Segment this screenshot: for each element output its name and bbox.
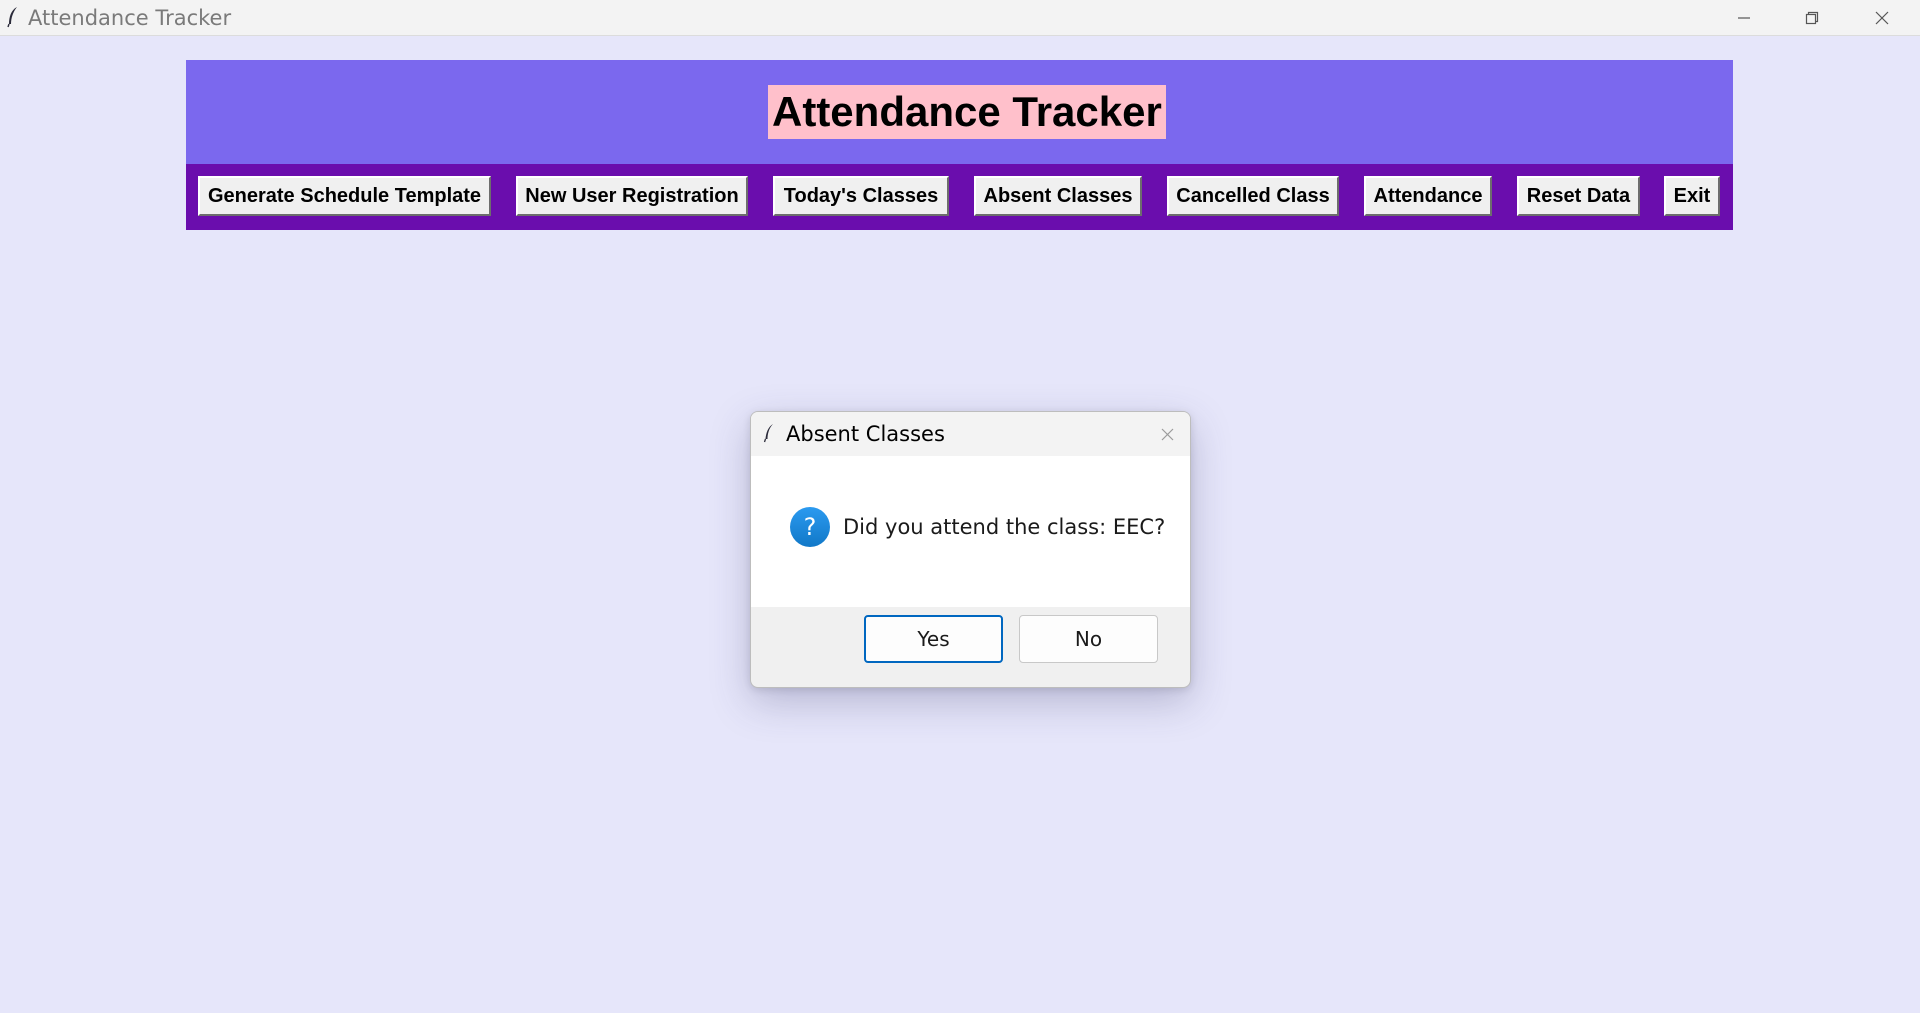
no-button[interactable]: No: [1019, 615, 1158, 663]
dialog-body: ? Did you attend the class: EEC?: [751, 456, 1190, 607]
window-title: Attendance Tracker: [28, 6, 232, 30]
svg-text:?: ?: [804, 513, 817, 541]
question-icon: ?: [790, 507, 830, 547]
close-icon: [1161, 428, 1173, 440]
restore-icon: [1805, 11, 1819, 25]
minimize-button[interactable]: [1714, 0, 1774, 36]
dialog-title: Absent Classes: [786, 422, 945, 446]
feather-icon: [7, 7, 17, 28]
exit-button[interactable]: Exit: [1664, 176, 1720, 216]
window-titlebar: Attendance Tracker: [0, 0, 1920, 36]
cancelled-class-button[interactable]: Cancelled Class: [1167, 176, 1339, 216]
dialog-message: Did you attend the class: EEC?: [843, 515, 1166, 539]
restore-button[interactable]: [1782, 0, 1842, 36]
feather-icon: [763, 424, 773, 443]
window-close-button[interactable]: [1852, 0, 1912, 36]
close-icon: [1875, 11, 1889, 25]
reset-data-button[interactable]: Reset Data: [1517, 176, 1640, 216]
yes-button[interactable]: Yes: [864, 615, 1003, 663]
new-user-registration-button[interactable]: New User Registration: [516, 176, 748, 216]
dialog-close-button[interactable]: [1155, 422, 1179, 446]
minimize-icon: [1738, 17, 1750, 19]
app-heading: Attendance Tracker: [768, 85, 1166, 139]
todays-classes-button[interactable]: Today's Classes: [773, 176, 949, 216]
generate-schedule-template-button[interactable]: Generate Schedule Template: [198, 176, 491, 216]
absent-classes-button[interactable]: Absent Classes: [974, 176, 1142, 216]
attendance-button[interactable]: Attendance: [1364, 176, 1492, 216]
dialog-titlebar: Absent Classes: [751, 412, 1190, 456]
absent-classes-dialog: Absent Classes ? Did you attend the clas…: [750, 411, 1191, 688]
